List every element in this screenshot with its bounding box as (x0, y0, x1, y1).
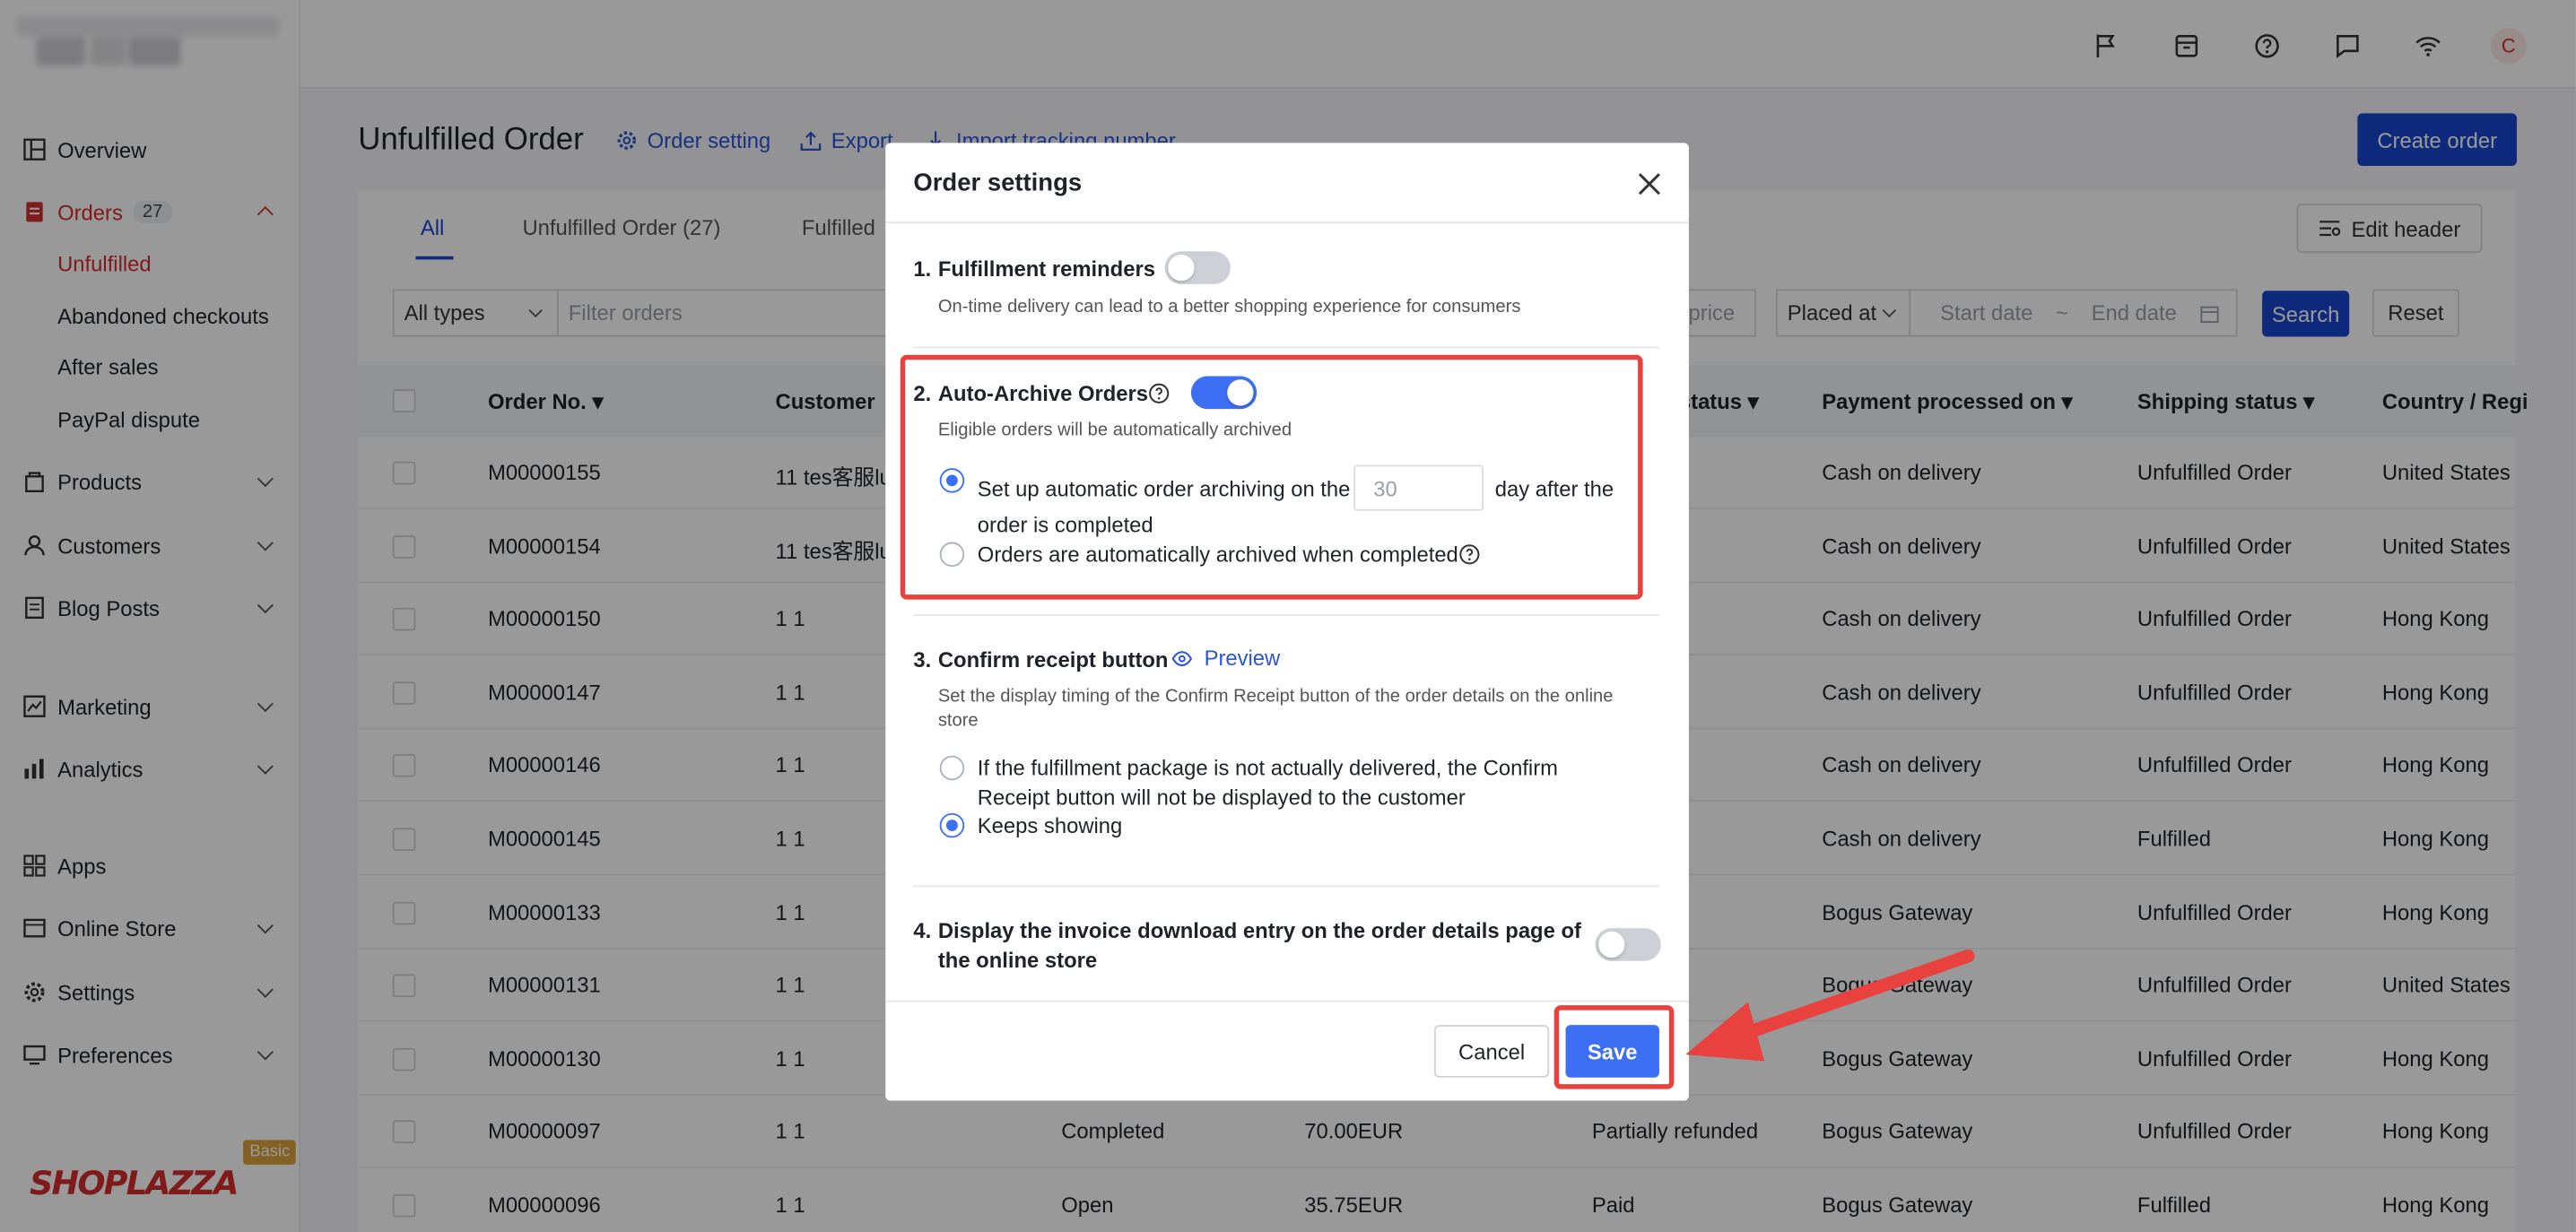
close-icon[interactable] (1634, 169, 1664, 199)
keeps-showing-radio[interactable] (939, 812, 965, 838)
invoice-download-title-1: Display the invoice download entry on th… (937, 918, 1581, 943)
invoice-download-toggle[interactable] (1595, 928, 1661, 961)
modal-header-divider (885, 221, 1689, 224)
section-divider (913, 885, 1659, 888)
hide-until-delivered-radio[interactable] (939, 755, 965, 781)
modal-footer-divider (885, 1000, 1689, 1002)
preview-link[interactable]: Preview (1171, 646, 1280, 670)
confirm-receipt-title: Confirm receipt button (937, 646, 1169, 672)
red-arrow-annotation (1685, 949, 1975, 1062)
eye-icon (1171, 650, 1193, 666)
cancel-button[interactable]: Cancel (1433, 1025, 1550, 1078)
section-divider (913, 614, 1659, 616)
keeps-showing-label: Keeps showing (977, 812, 1123, 838)
order-settings-modal: Order settings 1. Fulfillment reminders … (885, 143, 1689, 1101)
fulfillment-reminders-toggle[interactable] (1164, 251, 1231, 284)
confirm-receipt-desc-1: Set the display timing of the Confirm Re… (937, 686, 1614, 707)
section-number: 3. (913, 646, 932, 672)
fulfillment-reminders-desc: On-time delivery can lead to a better sh… (937, 297, 1521, 317)
preview-label: Preview (1204, 645, 1281, 671)
section-number: 4. (913, 918, 932, 943)
modal-title: Order settings (913, 169, 1083, 197)
app-root: Overview Orders 27 Unfulfilled Abandoned… (0, 0, 2576, 1232)
highlight-save-button (1553, 1005, 1675, 1089)
section-divider (913, 346, 1659, 349)
hide-until-delivered-label-1: If the fulfillment package is not actual… (977, 755, 1558, 781)
section-number: 1. (913, 256, 932, 282)
invoice-download-title-2: the online store (937, 948, 1098, 973)
highlight-auto-archive (900, 354, 1643, 600)
hide-until-delivered-label-2: Receipt button will not be displayed to … (977, 785, 1466, 811)
confirm-receipt-desc-2: store (937, 711, 979, 732)
fulfillment-reminders-title: Fulfillment reminders (937, 256, 1155, 282)
